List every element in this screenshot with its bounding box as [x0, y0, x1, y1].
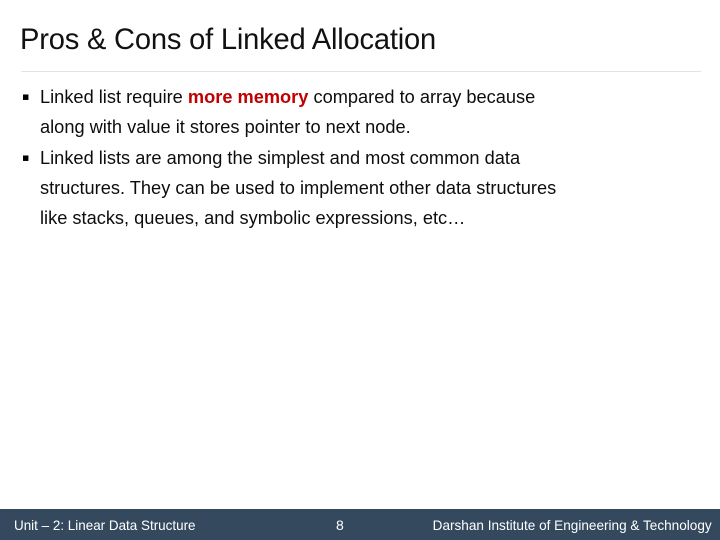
bullet-1-line-2: along with value it stores pointer to ne…	[40, 116, 411, 137]
bullet-1-text-pre: Linked list require	[40, 86, 188, 107]
bullet-2-line-3: like stacks, queues, and symbolic expres…	[40, 207, 466, 228]
bullet-text-2: Linked lists are among the simplest and …	[40, 143, 686, 233]
list-item: ▪ Linked lists are among the simplest an…	[20, 143, 696, 233]
bullet-2-line-1: Linked lists are among the simplest and …	[40, 147, 521, 168]
bullet-text-1: Linked list require more memory compared…	[40, 82, 686, 142]
body-content: ▪ Linked list require more memory compar…	[20, 82, 696, 234]
bullet-1-highlight: more memory	[187, 86, 309, 107]
square-bullet-icon: ▪	[22, 90, 30, 103]
footer-page-number: 8	[336, 516, 344, 533]
square-bullet-icon: ▪	[22, 151, 30, 164]
title-divider	[21, 71, 701, 72]
title-block: Pros & Cons of Linked Allocation	[20, 18, 704, 68]
slide-canvas: Pros & Cons of Linked Allocation ▪ Linke…	[0, 0, 720, 540]
footer-institute-label: Darshan Institute of Engineering & Techn…	[432, 516, 712, 533]
page-title: Pros & Cons of Linked Allocation	[20, 23, 436, 56]
slide-footer: Unit – 2: Linear Data Structure 8 Darsha…	[0, 509, 720, 540]
footer-unit-label: Unit – 2: Linear Data Structure	[14, 516, 196, 533]
bullet-2-line-2: structures. They can be used to implemen…	[40, 177, 557, 198]
list-item: ▪ Linked list require more memory compar…	[20, 82, 696, 142]
bullet-1-text-post: compared to array because	[308, 86, 536, 107]
